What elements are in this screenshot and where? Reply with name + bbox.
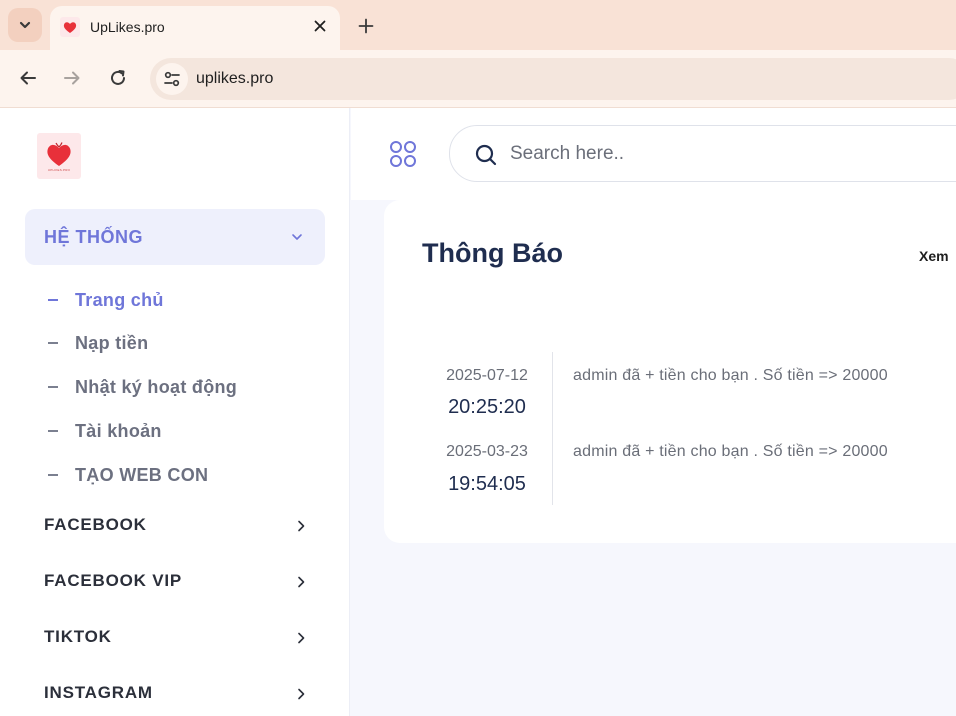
notice-message: admin đã + tiền cho bạn . Số tiền => 200…: [573, 443, 888, 460]
category-label: INSTAGRAM: [44, 683, 153, 702]
chevron-right-icon: [298, 688, 305, 700]
dash-marker: [48, 474, 58, 476]
search-input[interactable]: [510, 141, 930, 167]
sidebar-item-label: Tài khoản: [75, 420, 162, 441]
chevron-right-icon: [298, 576, 305, 588]
tab-search-button[interactable]: [8, 8, 42, 42]
sidebar-item-label: Trang chủ: [75, 289, 164, 310]
notice-time: 20:25:20: [448, 396, 526, 418]
sidebar: UPLIKES.PRO HỆ THỐNG Trang chủ Nạp tiền …: [0, 108, 350, 716]
dash-marker: [48, 299, 58, 301]
reload-icon: [111, 70, 125, 85]
sidebar-item-tao-web-con[interactable]: TẠO WEB CON: [48, 463, 208, 487]
card-title: Thông Báo: [422, 238, 563, 268]
dash-marker: [48, 342, 58, 344]
close-icon: [314, 20, 326, 32]
sidebar-item-tai-khoan[interactable]: Tài khoản: [48, 419, 162, 443]
timeline-divider: [552, 352, 553, 505]
site-logo[interactable]: UPLIKES.PRO: [37, 133, 81, 179]
dash-marker: [48, 386, 58, 388]
heart-favicon-icon: [60, 17, 80, 37]
sidebar-category-instagram[interactable]: INSTAGRAM: [44, 679, 314, 709]
section-title: HỆ THỐNG: [44, 227, 144, 247]
forward-button[interactable]: [60, 66, 84, 90]
chevron-right-icon: [298, 632, 305, 644]
browser-toolbar: uplikes.pro: [0, 50, 956, 108]
category-label: FACEBOOK: [44, 515, 147, 534]
sidebar-category-facebook[interactable]: FACEBOOK: [44, 511, 314, 541]
category-label: FACEBOOK VIP: [44, 571, 183, 590]
notice-time: 19:54:05: [448, 473, 526, 495]
category-label: TIKTOK: [44, 627, 112, 646]
forward-arrow-icon: [64, 71, 80, 85]
back-button[interactable]: [16, 66, 40, 90]
sidebar-category-tiktok[interactable]: TIKTOK: [44, 623, 314, 653]
sidebar-item-nhat-ky[interactable]: Nhật ký hoạt động: [48, 375, 237, 399]
notice-date: 2025-03-23: [446, 443, 528, 460]
new-tab-button[interactable]: [354, 14, 378, 38]
heart-logo-icon: [47, 141, 71, 166]
tab-title: UpLikes.pro: [90, 19, 165, 35]
dash-marker: [48, 430, 58, 432]
tab-close-button[interactable]: [310, 16, 330, 36]
browser-tab-strip: UpLikes.pro: [0, 0, 956, 50]
back-arrow-icon: [20, 71, 36, 85]
notice-card: Thông Báo Xem 2025-07-12 20:25:20 admin …: [384, 200, 956, 543]
search-box[interactable]: [449, 125, 956, 182]
notice-date: 2025-07-12: [446, 367, 528, 384]
tune-icon: [164, 71, 180, 87]
sidebar-item-trang-chu[interactable]: Trang chủ: [48, 288, 164, 312]
search-icon: [475, 144, 497, 166]
site-info-button[interactable]: [156, 63, 188, 95]
main-header: [351, 108, 956, 200]
section-he-thong[interactable]: HỆ THỐNG: [25, 209, 325, 265]
apps-grid-icon[interactable]: [389, 140, 417, 168]
sidebar-item-label: Nhật ký hoạt động: [75, 376, 238, 397]
sidebar-item-nap-tien[interactable]: Nạp tiền: [48, 331, 148, 355]
address-bar[interactable]: uplikes.pro: [150, 58, 956, 100]
url-text[interactable]: uplikes.pro: [196, 70, 273, 88]
sidebar-item-label: TẠO WEB CON: [75, 464, 209, 485]
plus-icon: [358, 18, 374, 34]
logo-caption: UPLIKES.PRO: [47, 167, 71, 172]
view-all-link[interactable]: Xem: [919, 248, 949, 264]
chevron-down-icon: [19, 21, 31, 29]
notice-message: admin đã + tiền cho bạn . Số tiền => 200…: [573, 367, 888, 384]
chevron-right-icon: [298, 520, 305, 532]
reload-button[interactable]: [106, 66, 130, 90]
chevron-down-icon: [292, 234, 302, 240]
sidebar-item-label: Nạp tiền: [75, 332, 149, 353]
sidebar-category-facebook-vip[interactable]: FACEBOOK VIP: [44, 567, 314, 597]
browser-tab[interactable]: UpLikes.pro: [50, 6, 340, 50]
